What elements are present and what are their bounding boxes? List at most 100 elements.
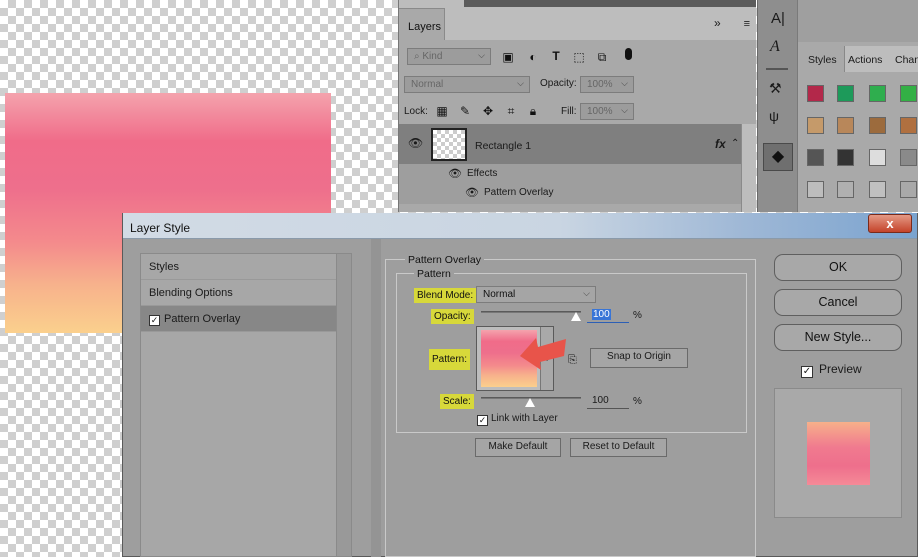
layers-tab-bar: Layers » ≡ [399, 0, 756, 40]
visibility-eye-icon[interactable]: 👁︎ [408, 136, 423, 150]
panel-menu-icon[interactable]: ≡ [744, 18, 750, 30]
character-panel-icon[interactable]: A| [771, 10, 785, 27]
layer-thumbnail [431, 128, 467, 161]
smart-object-filter-icon[interactable]: ⧉ [595, 50, 609, 65]
snap-to-origin-button[interactable]: Snap to Origin [590, 348, 688, 368]
style-swatch-dark-gray[interactable] [807, 149, 824, 166]
new-style-button[interactable]: New Style... [774, 324, 902, 351]
lock-transparent-icon[interactable]: ▦ [435, 104, 449, 118]
lock-artboard-icon[interactable]: ⌗ [504, 104, 518, 119]
style-swatch-gray-5[interactable] [900, 181, 917, 198]
opacity-slider[interactable] [481, 311, 581, 313]
layer-opacity-value: 100% [587, 79, 613, 90]
expand-chevron-icon[interactable]: ⌃ [731, 138, 739, 149]
link-with-layer[interactable]: ✓ Link with Layer [477, 413, 558, 426]
styles-panel: Styles Actions Chann [797, 0, 918, 212]
style-list-pattern-overlay[interactable]: ✓ Pattern Overlay [141, 306, 337, 332]
kind-filter-select[interactable]: ⌕ Kind ⌵ [407, 48, 491, 65]
layers-scrollbar[interactable] [741, 124, 756, 212]
pattern-overlay-checkbox[interactable]: ✓ [149, 315, 160, 326]
lock-position-icon[interactable]: ✥ [481, 104, 495, 118]
tool-presets-icon[interactable]: ψ [769, 108, 779, 124]
lock-paint-icon[interactable]: ✎ [458, 104, 472, 118]
type-filter-icon[interactable]: T [549, 49, 563, 63]
blend-mode-select[interactable]: Normal ⌵ [476, 286, 596, 303]
section-title: Pattern Overlay [405, 254, 484, 266]
layers-panel: Layers » ≡ ⌕ Kind ⌵ ▣ ◐ T ⬚ ⧉ Normal ⌵ Opa… [398, 0, 756, 212]
tab-layers[interactable]: Layers [399, 8, 445, 40]
shape-filter-icon[interactable]: ⬚ [572, 50, 586, 64]
effect-item-pattern-overlay[interactable]: Pattern Overlay [484, 187, 553, 198]
dialog-content-strip [371, 239, 381, 557]
reset-to-default-button[interactable]: Reset to Default [570, 438, 667, 457]
style-swatch-green[interactable] [837, 85, 854, 102]
opacity-field[interactable]: 100 [587, 308, 629, 323]
lock-label: Lock: [404, 106, 428, 117]
image-filter-icon[interactable]: ▣ [501, 50, 515, 64]
paragraph-panel-icon[interactable]: A [770, 38, 780, 56]
dialog-title-bar[interactable]: Layer Style x [123, 213, 917, 239]
opacity-unit: % [633, 310, 642, 321]
styles-top-toolbar [798, 0, 918, 42]
style-swatch-gray-4[interactable] [869, 181, 886, 198]
style-swatch-red[interactable] [807, 85, 824, 102]
style-list-styles[interactable]: Styles [141, 254, 337, 280]
layer-fill-value: 100% [587, 106, 613, 117]
scale-slider-thumb[interactable] [525, 398, 535, 407]
style-swatch-black[interactable] [837, 149, 854, 166]
lock-all-icon[interactable]: 🔒︎ [526, 104, 540, 119]
style-swatch-tan[interactable] [807, 117, 824, 134]
brush-settings-icon[interactable]: ⚒ [769, 80, 782, 97]
preview-toggle[interactable]: ✓ Preview [801, 362, 862, 378]
style-swatch-gray-3[interactable] [837, 181, 854, 198]
ok-button[interactable]: OK [774, 254, 902, 281]
tab-actions[interactable]: Actions [848, 54, 882, 66]
filter-toggle-icon[interactable] [625, 48, 632, 60]
close-button[interactable]: x [868, 214, 912, 233]
preview-checkbox[interactable]: ✓ [801, 366, 813, 378]
collapse-icon[interactable]: » [714, 16, 721, 30]
group-title: Pattern [414, 268, 454, 280]
style-swatch-brown-2[interactable] [900, 117, 917, 134]
layer-row-rectangle-1[interactable]: 👁︎ Rectangle 1 fx ⌃ [399, 124, 741, 164]
tab-styles[interactable]: Styles [798, 46, 845, 72]
style-swatch-gray[interactable] [900, 149, 917, 166]
scale-field[interactable]: 100 [587, 394, 629, 409]
cancel-button[interactable]: Cancel [774, 289, 902, 316]
blend-mode-value: Normal [483, 289, 516, 300]
layer-opacity-field[interactable]: 100% ⌵ [580, 76, 634, 93]
fx-badge[interactable]: fx [715, 137, 726, 151]
adjustment-filter-icon[interactable]: ◐ [526, 50, 540, 64]
effects-eye-icon[interactable]: 👁︎ [448, 167, 462, 180]
new-preset-icon[interactable]: ⎘ [568, 354, 577, 367]
dialog-title: Layer Style [130, 221, 191, 235]
layer-fill-field[interactable]: 100% ⌵ [580, 103, 634, 120]
link-checkbox[interactable]: ✓ [477, 415, 488, 426]
pattern-overlay-item-label: Pattern Overlay [164, 313, 241, 325]
opacity-slider-thumb[interactable] [571, 312, 581, 321]
style-swatch-green-2[interactable] [869, 85, 886, 102]
style-swatch-gray-2[interactable] [807, 181, 824, 198]
layers-toggle-icon[interactable]: ◆ [763, 143, 793, 171]
style-swatch-brown[interactable] [869, 117, 886, 134]
layer-style-dialog: Layer Style x Styles Blending Options ✓ P… [122, 213, 918, 557]
make-default-button[interactable]: Make Default [475, 438, 561, 457]
opacity-label: Opacity: [540, 78, 577, 89]
opacity-value: 100 [592, 309, 611, 320]
blend-row: Normal ⌵ Opacity: 100% ⌵ [399, 74, 756, 100]
kind-label: Kind [422, 51, 443, 62]
style-list-blending-options[interactable]: Blending Options [141, 280, 337, 306]
layer-blend-mode-select[interactable]: Normal ⌵ [404, 76, 530, 93]
tool-strip: A| A ⚒ ψ ◆ [757, 0, 798, 212]
tab-channels[interactable]: Chann [895, 54, 918, 66]
style-swatch-tan-2[interactable] [837, 117, 854, 134]
preview-box [774, 388, 902, 518]
pattern-overlay-eye-icon[interactable]: 👁︎ [465, 186, 479, 199]
style-list-scrollbar[interactable] [336, 254, 351, 556]
layer-name: Rectangle 1 [475, 140, 532, 152]
style-swatch-light[interactable] [869, 149, 886, 166]
style-swatch-green-3[interactable] [900, 85, 917, 102]
scale-label: Scale: [440, 394, 474, 409]
scale-unit: % [633, 396, 642, 407]
pattern-label: Pattern: [429, 349, 471, 370]
